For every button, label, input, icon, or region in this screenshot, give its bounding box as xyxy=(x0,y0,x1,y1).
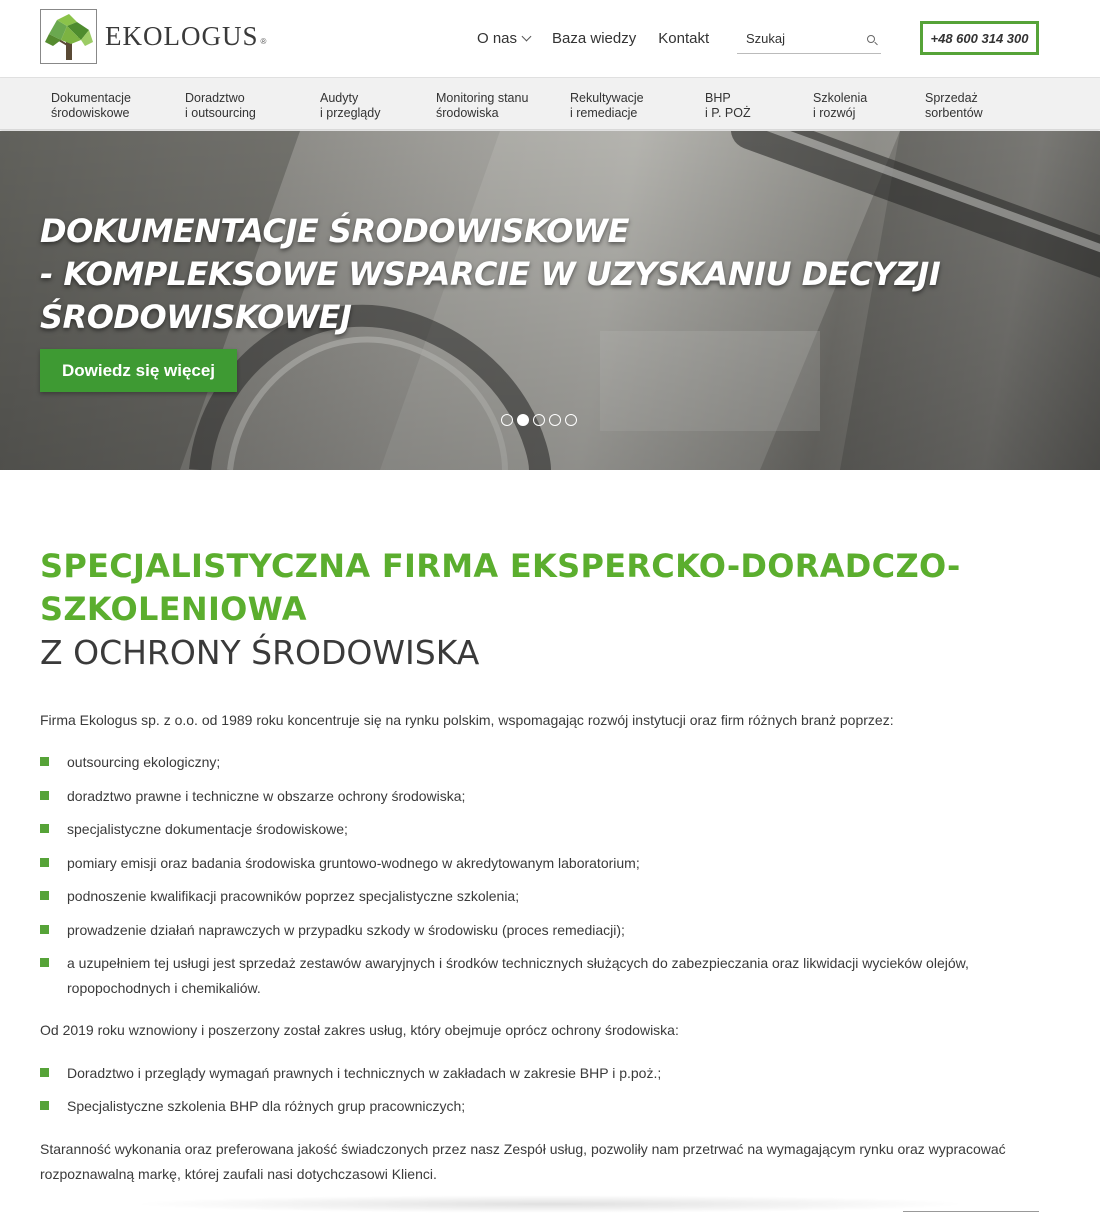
list-item-text: podnoszenie kwalifikacji pracowników pop… xyxy=(67,888,520,904)
square-bullet-icon xyxy=(40,958,49,967)
service-label-line2: i outsourcing xyxy=(185,106,256,120)
service-item-dokumentacje[interactable]: Dokumentacje środowiskowe xyxy=(51,91,131,121)
service-label-line1: Sprzedaż xyxy=(925,91,978,105)
square-bullet-icon xyxy=(40,1101,49,1110)
service-item-audyty[interactable]: Audyty i przeglądy xyxy=(320,91,380,121)
list-item-text: doradztwo prawne i techniczne w obszarze… xyxy=(67,788,466,804)
learn-more-button[interactable]: Dowiedz się więcej xyxy=(40,349,237,392)
registered-mark: ® xyxy=(260,37,267,46)
slider-dot-2[interactable] xyxy=(517,414,529,426)
nav-contact-label: Kontakt xyxy=(658,30,710,47)
hero-slider: DOKUMENTACJE ŚRODOWISKOWE - KOMPLEKSOWE … xyxy=(0,131,1100,470)
list-item-text: Specjalistyczne szkolenia BHP dla różnyc… xyxy=(67,1098,466,1114)
service-label-line1: Monitoring stanu xyxy=(436,91,529,105)
service-item-szkolenia[interactable]: Szkolenia i rozwój xyxy=(813,91,867,121)
service-label-line2: i remediacje xyxy=(570,106,638,120)
closing-paragraph: Staranność wykonania oraz preferowana ja… xyxy=(40,1141,1006,1182)
service-label-line2: środowiska xyxy=(436,106,499,120)
service-item-monitoring[interactable]: Monitoring stanu środowiska xyxy=(436,91,528,121)
list-item: podnoszenie kwalifikacji pracowników pop… xyxy=(40,884,1040,909)
search-icon[interactable] xyxy=(867,35,875,43)
intro-paragraph: Firma Ekologus sp. z o.o. od 1989 roku k… xyxy=(40,712,894,728)
service-label-line2: i przeglądy xyxy=(320,106,381,120)
service-item-doradztwo[interactable]: Doradztwo i outsourcing xyxy=(185,91,256,121)
service-label-line1: Dokumentacje xyxy=(51,91,131,105)
service-item-bhp[interactable]: BHP i P. POŻ xyxy=(705,91,751,121)
page-heading-line1: SPECJALISTYCZNA FIRMA EKSPERCKO-DORADCZO… xyxy=(40,547,961,585)
square-bullet-icon xyxy=(40,858,49,867)
brand-name: EKOLOGUS xyxy=(105,21,259,51)
nav-about-label: O nas xyxy=(477,30,518,47)
list-item-text: prowadzenie działań naprawczych w przypa… xyxy=(67,922,625,938)
list-item-text: a uzupełniem tej usługi jest sprzedaż ze… xyxy=(67,955,969,996)
list-item: prowadzenie działań naprawczych w przypa… xyxy=(40,918,1040,943)
list-item: specjalistyczne dokumentacje środowiskow… xyxy=(40,817,1040,842)
list-item: Doradztwo i przeglądy wymagań prawnych i… xyxy=(40,1061,1040,1086)
service-item-sprzedaz[interactable]: Sprzedaż sorbentów xyxy=(925,91,983,121)
site-header: EKOLOGUS ® O nas Baza wiedzy Kontakt +48… xyxy=(0,0,1100,78)
list-item: Specjalistyczne szkolenia BHP dla różnyc… xyxy=(40,1094,1040,1119)
logo[interactable]: EKOLOGUS ® xyxy=(40,9,266,64)
slider-dots xyxy=(501,414,577,426)
square-bullet-icon xyxy=(40,791,49,800)
slider-dot-5[interactable] xyxy=(565,414,577,426)
list-item: a uzupełniem tej usługi jest sprzedaż ze… xyxy=(40,951,1070,1001)
hero-title-line1: DOKUMENTACJE ŚRODOWISKOWE xyxy=(40,212,629,250)
nav-knowledge-base[interactable]: Baza wiedzy xyxy=(552,30,636,47)
square-bullet-icon xyxy=(40,757,49,766)
list-item-text: specjalistyczne dokumentacje środowiskow… xyxy=(67,821,348,837)
phone-number: +48 600 314 300 xyxy=(930,30,1029,46)
search-box xyxy=(737,26,881,54)
nav-about[interactable]: O nas xyxy=(477,30,532,47)
service-label-line2: i rozwój xyxy=(813,106,856,120)
phone-button[interactable]: +48 600 314 300 xyxy=(920,21,1039,55)
square-bullet-icon xyxy=(40,1068,49,1077)
section-shadow xyxy=(130,1195,970,1213)
slider-dot-3[interactable] xyxy=(533,414,545,426)
square-bullet-icon xyxy=(40,891,49,900)
hero-title-line3: ŚRODOWISKOWEJ xyxy=(40,298,352,336)
list-item-text: pomiary emisji oraz badania środowiska g… xyxy=(67,855,640,871)
page-subheading: Z OCHRONY ŚRODOWISKA xyxy=(40,633,480,672)
service-label-line1: BHP xyxy=(705,91,731,105)
top-navigation: O nas Baza wiedzy Kontakt xyxy=(477,30,709,47)
list-item-text: Doradztwo i przeglądy wymagań prawnych i… xyxy=(67,1065,662,1081)
hero-title-line2: - KOMPLEKSOWE WSPARCIE W UZYSKANIU DECYZ… xyxy=(40,255,941,293)
nav-knowledge-base-label: Baza wiedzy xyxy=(552,30,637,47)
square-bullet-icon xyxy=(40,824,49,833)
services-menu: Dokumentacje środowiskowe Doradztwo i ou… xyxy=(0,78,1100,130)
search-input[interactable] xyxy=(737,26,852,50)
slider-dot-1[interactable] xyxy=(501,414,513,426)
service-label-line1: Rekultywacje xyxy=(570,91,644,105)
chevron-down-icon xyxy=(521,31,532,42)
hero-title: DOKUMENTACJE ŚRODOWISKOWE - KOMPLEKSOWE … xyxy=(40,210,941,339)
list-item-text: outsourcing ekologiczny; xyxy=(67,754,221,770)
service-label-line2: środowiskowe xyxy=(51,106,130,120)
service-label-line1: Doradztwo xyxy=(185,91,245,105)
divider xyxy=(903,1211,1039,1212)
page-heading-line2: SZKOLENIOWA xyxy=(40,590,307,628)
service-label-line1: Szkolenia xyxy=(813,91,868,105)
list-item: doradztwo prawne i techniczne w obszarze… xyxy=(40,784,1040,809)
square-bullet-icon xyxy=(40,925,49,934)
tree-logo-icon xyxy=(40,9,97,64)
nav-contact[interactable]: Kontakt xyxy=(658,30,709,47)
service-item-rekultywacje[interactable]: Rekultywacje i remediacje xyxy=(570,91,644,121)
list-item: outsourcing ekologiczny; xyxy=(40,750,1040,775)
services-extension-paragraph: Od 2019 roku wznowiony i poszerzony zost… xyxy=(40,1022,679,1038)
service-label-line1: Audyty xyxy=(320,91,359,105)
service-label-line2: sorbentów xyxy=(925,106,983,120)
page-heading: SPECJALISTYCZNA FIRMA EKSPERCKO-DORADCZO… xyxy=(40,545,1040,631)
slider-dot-4[interactable] xyxy=(549,414,561,426)
list-item: pomiary emisji oraz badania środowiska g… xyxy=(40,851,1040,876)
learn-more-label: Dowiedz się więcej xyxy=(61,360,216,380)
service-label-line2: i P. POŻ xyxy=(705,106,751,120)
